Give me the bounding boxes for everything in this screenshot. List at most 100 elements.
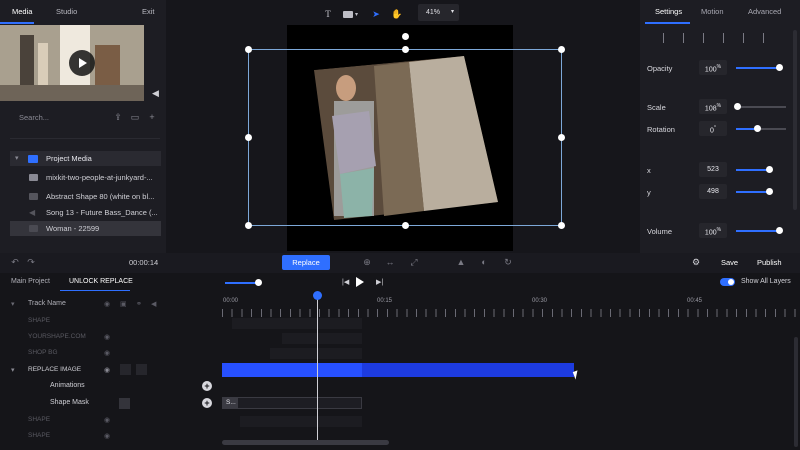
rotation-slider-knob[interactable] [754,125,761,132]
lock-toggle[interactable] [120,364,131,375]
reset-icon[interactable]: ↻ [503,257,513,267]
eye-icon[interactable]: ◉ [104,349,110,357]
link-icon[interactable]: ⚭ [136,300,142,308]
track-label-replace-image[interactable]: REPLACE IMAGE [28,366,81,373]
preview-play-button[interactable] [69,50,95,76]
lock-icon[interactable]: ▣ [120,300,127,308]
expand-icon[interactable]: ⤢ [409,257,419,267]
undo-icon[interactable]: ↶ [10,257,20,267]
eye-icon[interactable]: ◉ [104,366,110,374]
redo-icon[interactable]: ↷ [26,257,36,267]
eye-icon[interactable]: ◉ [104,432,110,440]
mask-icon[interactable]: ◐ [479,257,489,267]
layer-icon[interactable]: ▲ [456,257,466,267]
add-icon[interactable]: + [147,112,157,122]
chevron-down-icon[interactable]: ▾ [15,154,19,162]
volume-input[interactable]: 100% [699,223,727,238]
target-icon[interactable]: ⊕ [362,257,372,267]
scale-input[interactable]: 108% [699,99,727,114]
playhead-handle[interactable] [313,291,322,300]
chevron-down-icon[interactable]: ▾ [355,11,358,18]
pointer-tool-icon[interactable]: ➤ [370,8,382,20]
x-slider-knob[interactable] [766,166,773,173]
exit-button[interactable]: Exit [142,0,155,24]
ruler-ticks[interactable] [222,309,800,317]
align-center-icon[interactable] [683,33,693,43]
shape-tool-icon[interactable] [343,11,353,18]
resize-handle[interactable] [245,134,252,141]
search-input[interactable]: Search... [19,111,49,125]
media-item[interactable]: mixkit-two-people-at-junkyard-... [46,170,161,185]
resize-handle[interactable] [558,46,565,53]
tab-advanced[interactable]: Advanced [748,0,781,24]
resize-handle[interactable] [558,134,565,141]
align-middle-icon[interactable] [743,33,753,43]
right-panel-scrollbar[interactable] [793,30,797,210]
audio-icon[interactable]: ◀ [151,300,156,308]
replace-button[interactable]: Replace [282,255,330,270]
eye-icon[interactable]: ◉ [104,300,110,308]
eye-icon[interactable]: ◉ [104,333,110,341]
chevron-down-icon[interactable]: ▾ [11,366,15,374]
new-folder-icon[interactable]: ▭ [130,112,140,122]
upload-icon[interactable]: ⇪ [113,112,123,122]
rotate-handle[interactable] [402,33,409,40]
link-toggle[interactable] [136,364,147,375]
y-slider[interactable] [736,191,769,193]
hand-tool-icon[interactable]: ✋ [391,8,403,20]
tab-studio[interactable]: Studio [56,0,77,24]
transform-box[interactable] [248,49,562,226]
tab-unlock-replace[interactable]: UNLOCK REPLACE [69,278,133,285]
x-input[interactable]: 523 [699,162,727,177]
opacity-input[interactable]: 100% [699,60,727,75]
tab-motion[interactable]: Motion [701,0,724,24]
opacity-slider[interactable] [736,67,779,69]
align-bottom-icon[interactable] [763,33,773,43]
align-left-icon[interactable] [663,33,673,43]
shape-mask-toggle[interactable] [119,398,130,409]
rotation-input[interactable]: 0° [699,121,727,136]
media-item[interactable]: Song 13 - Future Bass_Dance (... [46,205,161,220]
scale-slider[interactable] [736,106,786,108]
opacity-slider-knob[interactable] [776,64,783,71]
volume-slider-knob[interactable] [776,227,783,234]
timeline-vertical-scrollbar[interactable] [794,337,798,447]
align-top-icon[interactable] [723,33,733,43]
eye-icon[interactable]: ◉ [104,416,110,424]
track-label[interactable]: SHAPE [28,432,50,439]
chevron-down-icon[interactable]: ▾ [11,300,15,308]
timeline-horizontal-scrollbar[interactable] [222,440,389,445]
resize-handle[interactable] [402,46,409,53]
playhead-line[interactable] [317,297,318,442]
track-label[interactable]: SHAPE [28,317,50,324]
resize-handle[interactable] [402,222,409,229]
tab-main-project[interactable]: Main Project [11,278,50,285]
show-all-layers-toggle[interactable] [720,278,735,286]
resize-handle[interactable] [245,222,252,229]
gear-icon[interactable]: ⚙ [692,257,700,268]
tab-settings[interactable]: Settings [655,0,682,24]
save-button[interactable]: Save [721,258,738,267]
speaker-icon[interactable]: ◀ [152,89,160,98]
media-item[interactable]: Abstract Shape 80 (white on bl... [46,189,161,204]
skip-forward-icon[interactable]: ▶| [376,278,383,286]
track-label[interactable]: SHAPE [28,416,50,423]
scale-slider-knob[interactable] [734,103,741,110]
timeline-zoom-knob[interactable] [255,279,262,286]
y-input[interactable]: 498 [699,184,727,199]
volume-slider[interactable] [736,230,779,232]
shape-mask-clip[interactable] [222,397,362,409]
add-animation-button[interactable]: + [202,381,212,391]
timeline-zoom-slider[interactable] [225,282,258,284]
x-slider[interactable] [736,169,769,171]
text-tool[interactable]: T [322,8,334,20]
tab-media[interactable]: Media [12,0,32,24]
y-slider-knob[interactable] [766,188,773,195]
play-icon[interactable] [356,277,364,287]
publish-button[interactable]: Publish [757,258,782,267]
resize-handle[interactable] [245,46,252,53]
track-label[interactable]: YOURSHAPE.COM [28,333,86,340]
skip-back-icon[interactable]: |◀ [342,278,349,286]
resize-handle[interactable] [558,222,565,229]
track-label[interactable]: SHOP BG [28,349,58,356]
